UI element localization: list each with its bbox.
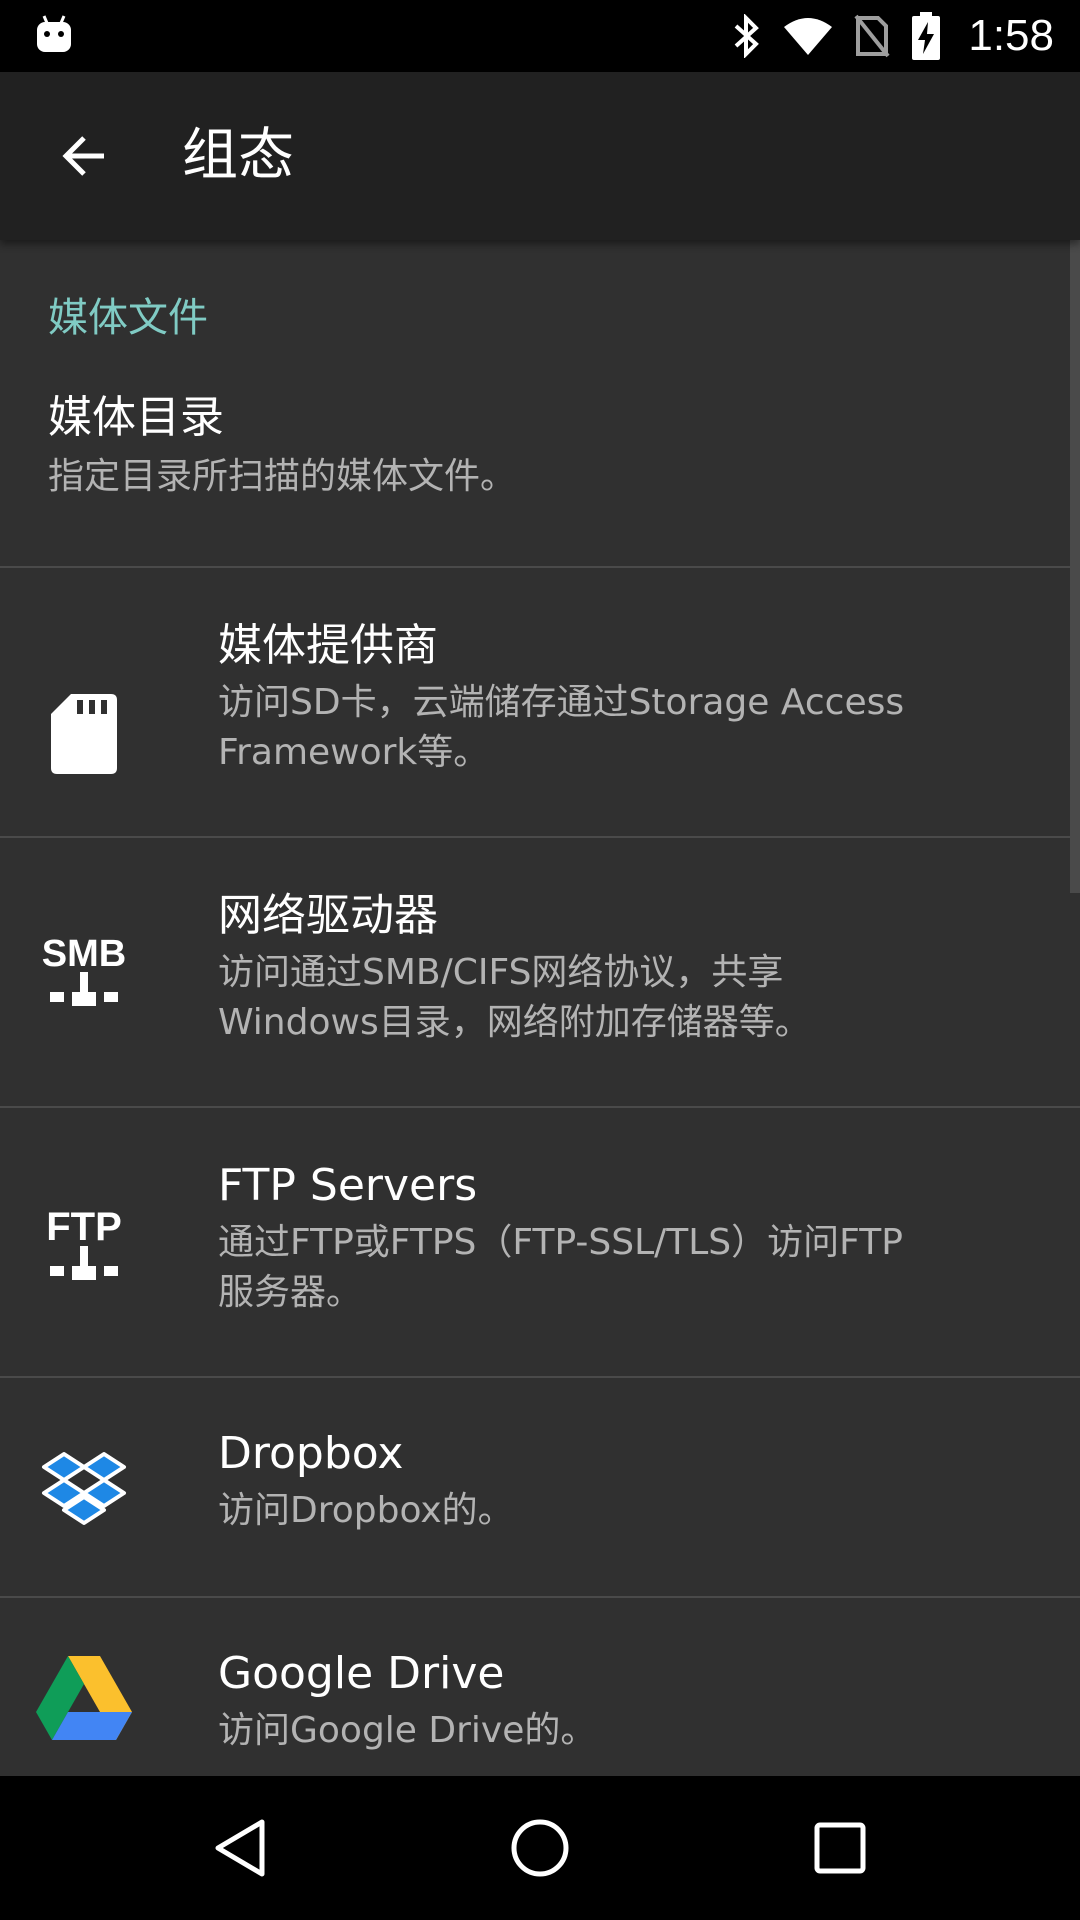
settings-list[interactable]: 媒体文件 媒体目录 指定目录所扫描的媒体文件。 媒体提供商 访问SD卡，云端储存…	[0, 240, 1080, 1776]
item-description-line-1: 访问SD卡，云端储存通过Storage Access	[218, 682, 905, 723]
section-header: 媒体文件	[48, 295, 208, 341]
item-title: 媒体目录	[48, 392, 224, 443]
dropbox-icon	[36, 1444, 132, 1540]
list-item-network-drives[interactable]: SMB 网络驱动器 访问通过SMB/CIFS网络协议，共享 Windows目录，…	[0, 838, 1080, 1106]
item-description: 访问Dropbox的。	[218, 1490, 514, 1531]
status-bar: 1:58	[0, 0, 1080, 72]
list-item-google-drive[interactable]: Google Drive 访问Google Drive的。	[0, 1598, 1080, 1776]
item-title: Google Drive	[218, 1648, 505, 1699]
android-debug-icon	[36, 14, 72, 54]
wifi-icon	[784, 17, 833, 55]
arrow-back-icon[interactable]	[44, 116, 124, 196]
item-description: 指定目录所扫描的媒体文件。	[48, 456, 517, 497]
item-title: 网络驱动器	[218, 890, 438, 941]
smb-label: SMB	[42, 933, 126, 975]
home-circle-icon[interactable]	[500, 1808, 580, 1888]
item-description: 访问Google Drive的。	[218, 1710, 597, 1751]
google-drive-icon	[36, 1650, 132, 1746]
clock: 1:58	[968, 11, 1054, 60]
item-title: FTP Servers	[218, 1160, 478, 1211]
app-bar: 组态	[0, 72, 1080, 240]
item-description-line-2: Windows目录，网络附加存储器等。	[218, 1002, 811, 1043]
sd-card-icon	[36, 686, 132, 782]
item-description-line-1: 访问通过SMB/CIFS网络协议，共享	[218, 952, 784, 993]
item-description-line-2: Framework等。	[218, 732, 490, 773]
ftp-network-icon: FTP	[36, 1200, 132, 1296]
list-item-dropbox[interactable]: Dropbox 访问Dropbox的。	[0, 1378, 1080, 1596]
item-title: Dropbox	[218, 1428, 404, 1479]
smb-network-icon: SMB	[36, 926, 132, 1022]
bluetooth-icon	[732, 14, 762, 58]
recents-square-icon[interactable]	[800, 1808, 880, 1888]
no-sim-icon	[854, 14, 890, 58]
item-description-line-2: 服务器。	[218, 1272, 363, 1313]
ftp-label: FTP	[46, 1205, 122, 1249]
back-triangle-icon[interactable]	[200, 1808, 280, 1888]
list-item-media-directory[interactable]: 媒体目录 指定目录所扫描的媒体文件。	[0, 390, 1080, 570]
list-item-media-providers[interactable]: 媒体提供商 访问SD卡，云端储存通过Storage Access Framewo…	[0, 568, 1080, 836]
page-title: 组态	[182, 123, 294, 188]
item-description-line-1: 通过FTP或FTPS（FTP-SSL/TLS）访问FTP	[218, 1222, 903, 1263]
item-title: 媒体提供商	[218, 620, 438, 671]
battery-charging-icon	[912, 12, 941, 60]
navigation-bar	[0, 1776, 1080, 1920]
list-item-ftp-servers[interactable]: FTP FTP Servers 通过FTP或FTPS（FTP-SSL/TLS）访…	[0, 1108, 1080, 1376]
